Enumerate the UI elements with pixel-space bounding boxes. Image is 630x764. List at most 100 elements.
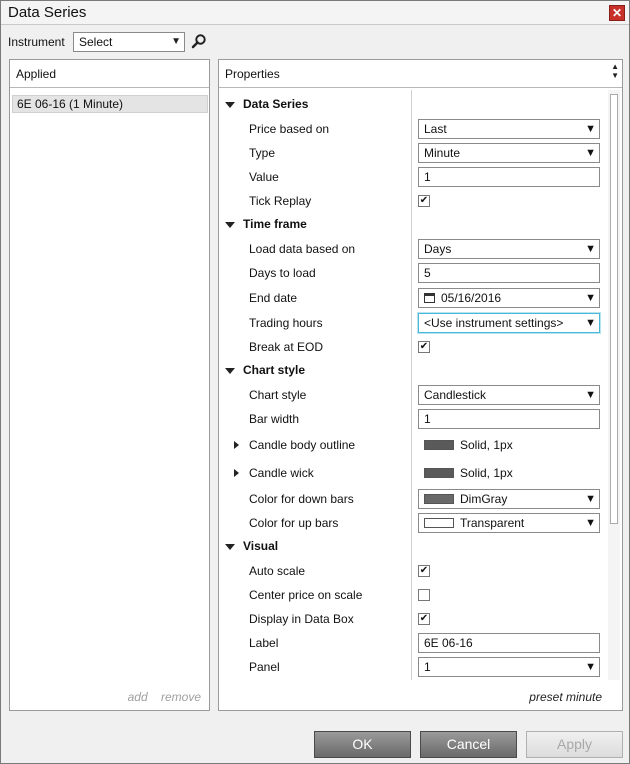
prop-color-up-bars: Color for up bars Transparent ▼ <box>219 511 604 535</box>
price-based-on-select[interactable]: Last ▼ <box>418 119 600 139</box>
color-swatch <box>424 468 454 478</box>
value-input[interactable]: 1 <box>418 167 600 187</box>
properties-panel: Properties ▲ ▼ Data Series Price based on… <box>218 59 623 711</box>
select-value: Transparent <box>460 516 525 530</box>
prop-break-at-eod: Break at EOD ✔ <box>219 335 604 359</box>
date-value: 05/16/2016 <box>441 291 502 305</box>
prop-type: Type Minute ▼ <box>219 141 604 165</box>
prop-center-price: Center price on scale <box>219 583 604 607</box>
center-price-checkbox[interactable] <box>418 589 430 601</box>
cancel-button[interactable]: Cancel <box>420 731 517 758</box>
add-link[interactable]: add <box>128 690 148 704</box>
prop-candle-wick[interactable]: Candle wick Solid, 1px <box>219 461 604 485</box>
instrument-select-value: Select <box>79 35 113 49</box>
stroke-value: Solid, 1px <box>424 466 513 480</box>
auto-scale-checkbox[interactable]: ✔ <box>418 565 430 577</box>
apply-button[interactable]: Apply <box>526 731 623 758</box>
instrument-label: Instrument <box>8 35 65 49</box>
prop-candle-body-outline[interactable]: Candle body outline Solid, 1px <box>219 433 604 457</box>
remove-link[interactable]: remove <box>161 690 201 704</box>
applied-item[interactable]: 6E 06-16 (1 Minute) <box>12 95 208 113</box>
prop-label: Chart style <box>249 388 307 402</box>
category-title: Visual <box>243 539 279 553</box>
chevron-down-icon: ▼ <box>585 292 596 304</box>
select-value: Last <box>424 122 447 136</box>
category-data-series[interactable]: Data Series <box>219 93 604 117</box>
prop-label: Display in Data Box <box>249 612 354 626</box>
properties-scrollbar[interactable] <box>608 90 620 680</box>
trading-hours-select[interactable]: <Use instrument settings> ▼ <box>418 313 600 333</box>
chevron-down-icon: ▼ <box>585 661 596 673</box>
prop-label: Label <box>249 636 279 650</box>
expand-arrow-icon[interactable] <box>234 441 239 449</box>
down-bars-color-select[interactable]: DimGray ▼ <box>418 489 600 509</box>
window-title: Data Series <box>8 4 87 21</box>
select-value: Minute <box>424 146 461 160</box>
prop-label: Days to load <box>249 266 316 280</box>
prop-color-down-bars: Color for down bars DimGray ▼ <box>219 487 604 511</box>
chevron-down-icon: ▼ <box>585 317 596 329</box>
prop-load-data-based-on: Load data based on Days ▼ <box>219 237 604 261</box>
tick-replay-checkbox[interactable]: ✔ <box>418 195 430 207</box>
properties-title: Properties <box>225 67 280 81</box>
properties-header: Properties ▲ ▼ <box>219 60 622 88</box>
type-select[interactable]: Minute ▼ <box>418 143 600 163</box>
chevron-down-icon: ▼ <box>585 243 596 255</box>
load-data-select[interactable]: Days ▼ <box>418 239 600 259</box>
data-series-dialog: Data Series ✕ Instrument Select ▼ Applie… <box>0 0 630 764</box>
break-at-eod-checkbox[interactable]: ✔ <box>418 341 430 353</box>
category-time-frame[interactable]: Time frame <box>219 213 604 237</box>
stroke-value: Solid, 1px <box>424 438 513 452</box>
category-visual[interactable]: Visual <box>219 535 604 559</box>
color-swatch <box>424 494 454 504</box>
search-icon[interactable] <box>191 33 207 49</box>
title-bar: Data Series ✕ <box>1 1 629 25</box>
color-swatch <box>424 518 454 528</box>
display-data-box-checkbox[interactable]: ✔ <box>418 613 430 625</box>
prop-label: Center price on scale <box>249 588 363 602</box>
stroke-text: Solid, 1px <box>460 438 513 452</box>
chevron-down-icon: ▼ <box>585 517 596 529</box>
category-chart-style[interactable]: Chart style <box>219 359 604 383</box>
prop-display-data-box: Display in Data Box ✔ <box>219 607 604 631</box>
prop-chart-style: Chart style Candlestick ▼ <box>219 383 604 407</box>
prop-price-based-on: Price based on Last ▼ <box>219 117 604 141</box>
chevron-down-icon: ▼ <box>171 36 181 47</box>
applied-panel: Applied 6E 06-16 (1 Minute) add remove <box>9 59 210 711</box>
bar-width-input[interactable]: 1 <box>418 409 600 429</box>
instrument-select[interactable]: Select ▼ <box>73 32 185 52</box>
applied-header: Applied <box>10 60 209 88</box>
prop-label: Color for down bars <box>249 492 354 506</box>
category-title: Chart style <box>243 363 306 377</box>
prop-value: Value 1 <box>219 165 604 189</box>
collapse-arrow-icon[interactable] <box>225 368 235 374</box>
close-button[interactable]: ✕ <box>609 5 625 21</box>
category-title: Data Series <box>243 97 309 111</box>
ok-button[interactable]: OK <box>314 731 411 758</box>
category-title: Time frame <box>243 217 307 231</box>
up-bars-color-select[interactable]: Transparent ▼ <box>418 513 600 533</box>
collapse-arrow-icon[interactable] <box>225 544 235 550</box>
preset-link[interactable]: preset minute <box>529 690 602 704</box>
prop-label: Candle wick <box>249 466 314 480</box>
collapse-arrow-icon[interactable] <box>225 102 235 108</box>
prop-panel: Panel 1 ▼ <box>219 655 604 679</box>
chevron-down-icon: ▼ <box>585 493 596 505</box>
label-input[interactable]: 6E 06-16 <box>418 633 600 653</box>
panel-select[interactable]: 1 ▼ <box>418 657 600 677</box>
prop-label: Tick Replay <box>249 194 312 208</box>
sort-arrows-icon[interactable]: ▲ ▼ <box>611 62 619 80</box>
prop-label: Bar width <box>249 412 300 426</box>
collapse-arrow-icon[interactable] <box>225 222 235 228</box>
days-to-load-input[interactable]: 5 <box>418 263 600 283</box>
scrollbar-thumb[interactable] <box>610 94 618 524</box>
chart-style-select[interactable]: Candlestick ▼ <box>418 385 600 405</box>
prop-label: Color for up bars <box>249 516 339 530</box>
select-value: DimGray <box>460 492 508 506</box>
expand-arrow-icon[interactable] <box>234 469 239 477</box>
end-date-picker[interactable]: 05/16/2016 ▼ <box>418 288 600 308</box>
prop-end-date: End date 05/16/2016 ▼ <box>219 286 604 310</box>
prop-label: Auto scale <box>249 564 306 578</box>
prop-label: Price based on <box>249 122 330 136</box>
calendar-icon <box>424 293 435 303</box>
